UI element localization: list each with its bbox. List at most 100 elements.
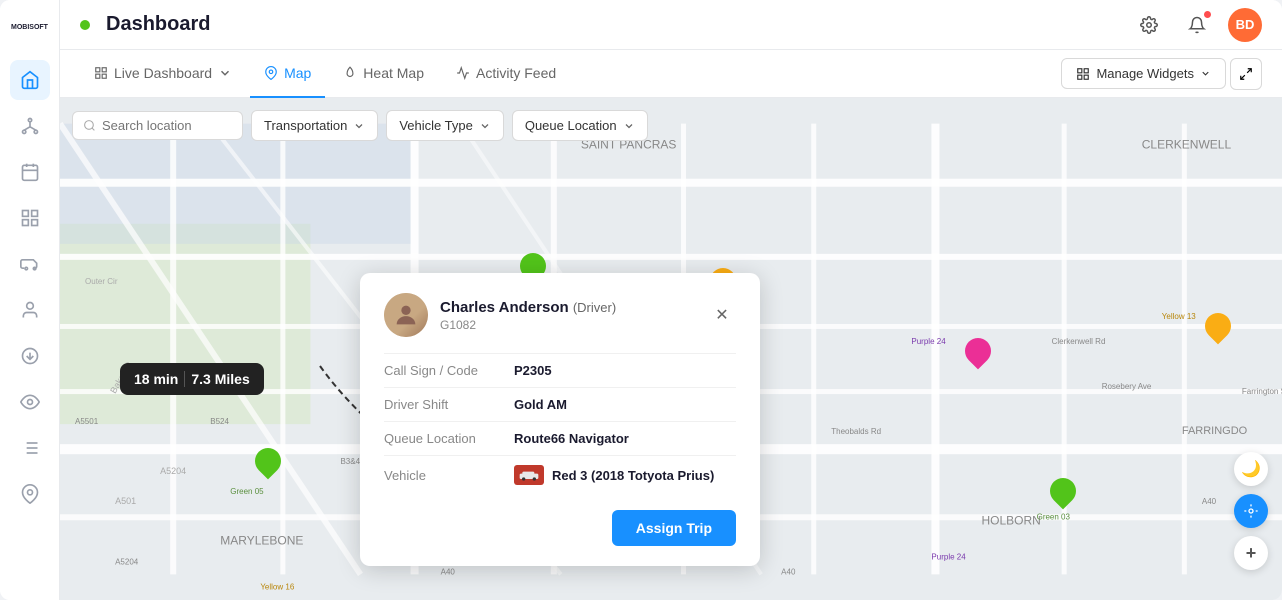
svg-text:HOLBORN: HOLBORN [982,513,1041,527]
transportation-chevron-icon [353,120,365,132]
travel-time: 18 min [134,371,178,387]
svg-text:A40: A40 [1202,497,1217,506]
driver-shift-label: Driver Shift [384,397,514,412]
zoom-in-button[interactable]: + [1234,536,1268,570]
tab-activity-feed[interactable]: Activity Feed [442,50,570,98]
svg-text:Green 05: Green 05 [230,487,264,496]
svg-text:MARYLEBONE: MARYLEBONE [220,533,303,547]
popup-close-button[interactable]: ✕ [708,301,736,329]
tab-heat-map-label: Heat Map [363,65,424,81]
svg-text:A5204: A5204 [160,466,186,476]
driver-shift-value: Gold AM [514,397,567,412]
vehicle-label: Vehicle [384,468,514,483]
call-sign-row: Call Sign / Code P2305 [384,353,736,387]
svg-text:B524: B524 [210,417,229,426]
vehicle-value: Red 3 (2018 Totyota Prius) [514,465,714,485]
call-sign-label: Call Sign / Code [384,363,514,378]
vehicle-icon-box [514,465,544,485]
sidebar-item-analytics[interactable] [10,198,50,238]
nav-tabs: Live Dashboard Map Heat Map Activity Fee… [60,50,1282,98]
sidebar-item-eye[interactable] [10,382,50,422]
fullscreen-icon [1239,67,1253,81]
tab-map[interactable]: Map [250,50,325,98]
flame-icon [343,66,357,80]
sidebar-item-home[interactable] [10,60,50,100]
map-area[interactable]: SAINT PANCRAS CLERKENWELL MARYLEBONE HOL… [60,98,1282,600]
tab-heat-map[interactable]: Heat Map [329,50,438,98]
svg-text:A40: A40 [441,567,456,576]
grid-icon [94,66,108,80]
tab-live-dashboard[interactable]: Live Dashboard [80,50,246,98]
svg-text:A40: A40 [781,567,796,576]
driver-avatar [384,293,428,337]
chevron-down-icon [218,66,232,80]
location-icon [1243,503,1259,519]
vehicle-row: Vehicle Red 3 (2018 Totyota Prius) [384,455,736,494]
assign-trip-button[interactable]: Assign Trip [612,510,736,546]
svg-text:Yellow 13: Yellow 13 [1162,312,1197,321]
header-actions: BD [1132,8,1262,42]
sidebar-item-car[interactable] [10,244,50,284]
transportation-dropdown[interactable]: Transportation [251,110,378,141]
driver-person-icon [392,301,420,329]
map-pin-pink[interactable] [965,338,991,364]
svg-text:Clerkenwell Rd: Clerkenwell Rd [1052,337,1106,346]
svg-text:A5501: A5501 [75,417,99,426]
tab-activity-feed-label: Activity Feed [476,65,556,81]
fullscreen-button[interactable] [1230,58,1262,90]
call-sign-value: P2305 [514,363,552,378]
sidebar-item-calendar[interactable] [10,152,50,192]
queue-location-dropdown[interactable]: Queue Location [512,110,648,141]
notifications-button[interactable] [1180,8,1214,42]
manage-widgets-button[interactable]: Manage Widgets [1061,58,1226,89]
map-icon [264,66,278,80]
chevron-down-icon2 [1200,68,1211,79]
svg-text:Outer Cir: Outer Cir [85,277,118,286]
svg-text:B3&4: B3&4 [340,457,360,466]
car-silhouette-icon [519,469,539,481]
sidebar-item-vehicle2[interactable] [10,336,50,376]
sidebar-item-user[interactable] [10,290,50,330]
map-pin-green2[interactable] [255,448,281,474]
queue-location-row-value: Route66 Navigator [514,431,629,446]
popup-header: Charles Anderson (Driver) G1082 ✕ [384,293,736,337]
app-logo: MOBISOFT [8,10,52,46]
search-input[interactable] [102,118,232,133]
badge-divider [184,371,185,387]
svg-text:Theobalds Rd: Theobalds Rd [831,427,881,436]
main-content: Dashboard BD Live Dashboard M [60,0,1282,600]
sidebar: MOBISOFT [0,0,60,600]
svg-text:FARRINGDO: FARRINGDO [1182,425,1248,437]
activity-icon [456,66,470,80]
driver-info: Charles Anderson (Driver) G1082 [440,299,696,332]
map-controls: 🌙 + [1234,452,1268,570]
vehicle-type-dropdown[interactable]: Vehicle Type [386,110,503,141]
map-pin-gold2[interactable] [1205,313,1231,339]
queue-location-chevron-icon [623,120,635,132]
widgets-icon [1076,67,1090,81]
svg-text:Rosebery Ave: Rosebery Ave [1102,382,1152,391]
popup-footer: Assign Trip [384,510,736,546]
vehicle-type-label: Vehicle Type [399,118,472,133]
queue-location-row: Queue Location Route66 Navigator [384,421,736,455]
search-icon [83,119,96,132]
header: Dashboard BD [60,0,1282,50]
sidebar-item-list[interactable] [10,428,50,468]
vehicle-type-chevron-icon [479,120,491,132]
sidebar-item-pin[interactable] [10,474,50,514]
sidebar-item-org[interactable] [10,106,50,146]
svg-text:Purple 24: Purple 24 [931,552,966,561]
driver-id: G1082 [440,318,696,332]
dark-mode-button[interactable]: 🌙 [1234,452,1268,486]
driver-popup: Charles Anderson (Driver) G1082 ✕ Call S… [360,273,760,566]
location-button[interactable] [1234,494,1268,528]
driver-avatar-img [384,293,428,337]
map-pin-green3[interactable] [1050,478,1076,504]
vehicle-text: Red 3 (2018 Totyota Prius) [552,468,714,483]
svg-text:A5204: A5204 [115,557,139,566]
search-wrapper[interactable] [72,111,243,140]
notification-badge [1203,10,1212,19]
user-avatar[interactable]: BD [1228,8,1262,42]
svg-text:Farrington St: Farrington St [1242,387,1282,396]
settings-button[interactable] [1132,8,1166,42]
